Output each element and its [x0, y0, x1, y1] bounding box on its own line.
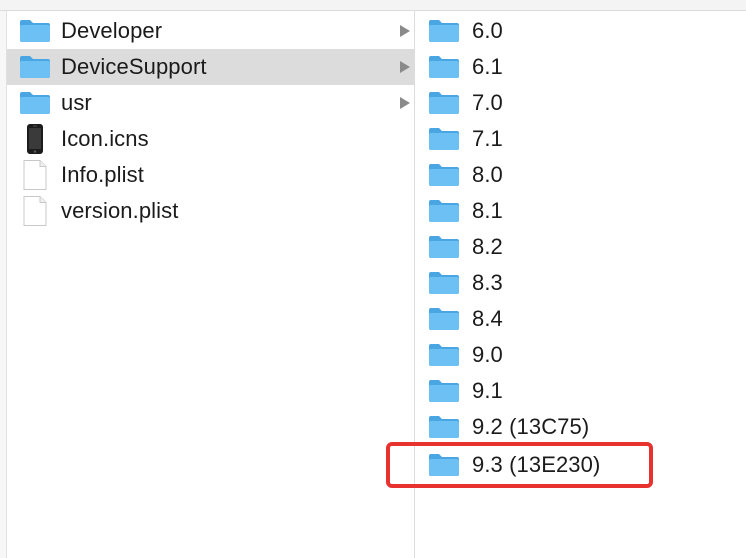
list-item-devicesupport[interactable]: DeviceSupport	[7, 49, 414, 85]
folder-icon	[428, 90, 460, 116]
list-item-8-0[interactable]: 8.0	[415, 157, 746, 193]
folder-icon	[428, 162, 460, 188]
folder-icon	[428, 126, 460, 152]
list-item-8-3[interactable]: 8.3	[415, 265, 746, 301]
document-icon	[19, 196, 51, 226]
list-item-9-0[interactable]: 9.0	[415, 337, 746, 373]
finder-column-view: Developer DeviceSupport usr Icon.icns In…	[0, 0, 746, 558]
disclosure-arrow-icon	[400, 97, 410, 109]
item-label: Info.plist	[61, 162, 144, 187]
item-label: 8.1	[472, 198, 503, 223]
column-xcode-platform[interactable]: Developer DeviceSupport usr Icon.icns In…	[7, 11, 415, 558]
list-item-8-2[interactable]: 8.2	[415, 229, 746, 265]
folder-icon	[428, 414, 460, 440]
item-label: 8.2	[472, 234, 503, 259]
item-label: 9.1	[472, 378, 503, 403]
list-item-7-1[interactable]: 7.1	[415, 121, 746, 157]
list-item-7-0[interactable]: 7.0	[415, 85, 746, 121]
list-item-8-1[interactable]: 8.1	[415, 193, 746, 229]
item-label: 8.4	[472, 306, 503, 331]
item-label: 9.3 (13E230)	[472, 452, 601, 477]
list-item-8-4[interactable]: 8.4	[415, 301, 746, 337]
item-label: 7.0	[472, 90, 503, 115]
list-item-9-1[interactable]: 9.1	[415, 373, 746, 409]
folder-icon	[428, 234, 460, 260]
document-icon	[19, 160, 51, 190]
list-item-usr[interactable]: usr	[7, 85, 414, 121]
list-item-version-plist[interactable]: version.plist	[7, 193, 414, 229]
folder-icon	[428, 18, 460, 44]
list-item-icon-icns[interactable]: Icon.icns	[7, 121, 414, 157]
folder-icon	[428, 306, 460, 332]
disclosure-arrow-icon	[400, 61, 410, 73]
list-item-developer[interactable]: Developer	[7, 13, 414, 49]
folder-icon	[428, 198, 460, 224]
list-item-info-plist[interactable]: Info.plist	[7, 157, 414, 193]
list-item-6-0[interactable]: 6.0	[415, 13, 746, 49]
disclosure-arrow-icon	[400, 25, 410, 37]
folder-icon	[428, 54, 460, 80]
folder-icon	[19, 90, 51, 116]
item-label: 8.3	[472, 270, 503, 295]
item-label: 6.1	[472, 54, 503, 79]
item-label: version.plist	[61, 198, 179, 223]
folder-icon	[428, 378, 460, 404]
item-label: usr	[61, 90, 92, 115]
toolbar-edge	[0, 0, 746, 11]
folder-icon	[428, 342, 460, 368]
item-label: Icon.icns	[61, 126, 149, 151]
item-label: 9.0	[472, 342, 503, 367]
list-item-9-2[interactable]: 9.2 (13C75)	[415, 409, 746, 445]
item-label: DeviceSupport	[61, 54, 207, 79]
folder-icon	[428, 270, 460, 296]
previous-column-edge	[0, 11, 7, 558]
folder-icon	[428, 452, 460, 478]
folder-icon	[19, 18, 51, 44]
item-label: 9.2 (13C75)	[472, 414, 590, 439]
folder-icon	[19, 54, 51, 80]
item-label: 7.1	[472, 126, 503, 151]
item-label: Developer	[61, 18, 163, 43]
iphone-icon	[19, 124, 51, 154]
item-label: 8.0	[472, 162, 503, 187]
list-item-6-1[interactable]: 6.1	[415, 49, 746, 85]
item-label: 6.0	[472, 18, 503, 43]
list-item-9-3[interactable]: 9.3 (13E230)	[415, 447, 746, 483]
column-devicesupport[interactable]: 6.0 6.1 7.0 7.1 8.0 8.1 8.2 8.3 8.4 9.0 …	[415, 11, 746, 558]
